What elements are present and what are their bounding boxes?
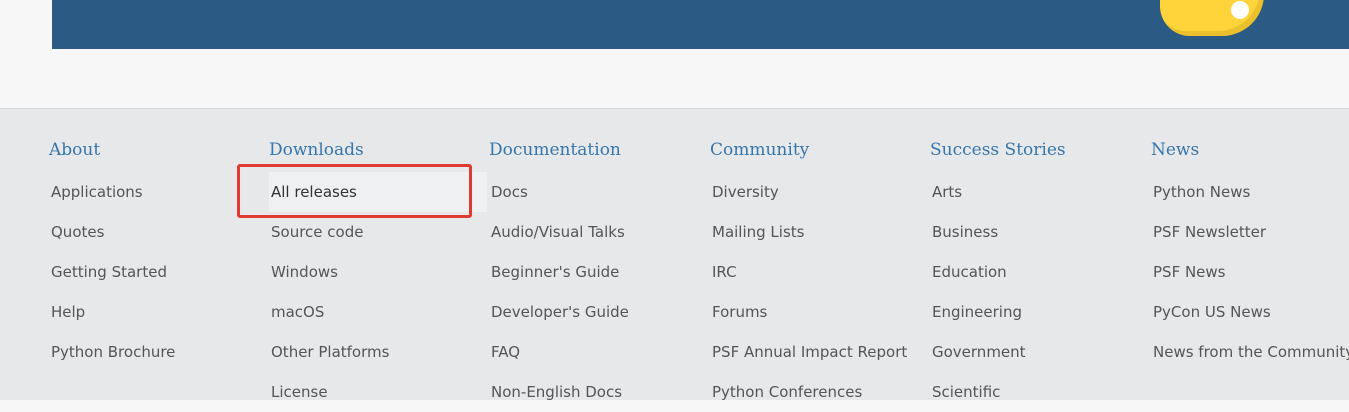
footer-list-success-stories: Arts Business Education Engineering Gove… — [930, 172, 1026, 412]
footer-link-all-releases[interactable]: All releases — [269, 172, 487, 212]
site-footer: About Applications Quotes Getting Starte… — [0, 108, 1349, 401]
footer-list-documentation: Docs Audio/Visual Talks Beginner's Guide… — [489, 172, 629, 412]
footer-link-applications[interactable]: Applications — [49, 172, 175, 212]
footer-link-irc[interactable]: IRC — [710, 252, 907, 292]
footer-link-mailing-lists[interactable]: Mailing Lists — [710, 212, 907, 252]
footer-link-quotes[interactable]: Quotes — [49, 212, 175, 252]
footer-link-faq[interactable]: FAQ — [489, 332, 629, 372]
footer-link-license[interactable]: License — [269, 372, 487, 412]
footer-link-windows[interactable]: Windows — [269, 252, 487, 292]
footer-heading-downloads[interactable]: Downloads — [269, 139, 484, 161]
footer-column-downloads: Downloads All releases Source code Windo… — [269, 139, 487, 401]
footer-list-community: Diversity Mailing Lists IRC Forums PSF A… — [710, 172, 907, 412]
footer-list-about: Applications Quotes Getting Started Help… — [49, 172, 175, 372]
footer-heading-success-stories[interactable]: Success Stories — [930, 139, 1145, 161]
footer-link-developers-guide[interactable]: Developer's Guide — [489, 292, 629, 332]
footer-link-scientific[interactable]: Scientific — [930, 372, 1026, 412]
footer-link-macos[interactable]: macOS — [269, 292, 487, 332]
footer-link-python-news[interactable]: Python News — [1151, 172, 1349, 212]
footer-column-community: Community Diversity Mailing Lists IRC Fo… — [710, 139, 925, 401]
footer-heading-about[interactable]: About — [49, 139, 264, 161]
python-logo-eye-icon — [1231, 1, 1249, 19]
footer-link-source-code[interactable]: Source code — [269, 212, 487, 252]
footer-link-engineering[interactable]: Engineering — [930, 292, 1026, 332]
footer-link-getting-started[interactable]: Getting Started — [49, 252, 175, 292]
footer-link-audio-visual-talks[interactable]: Audio/Visual Talks — [489, 212, 629, 252]
footer-link-news-from-the-community[interactable]: News from the Community — [1151, 332, 1349, 372]
footer-link-docs[interactable]: Docs — [489, 172, 629, 212]
footer-link-python-conferences[interactable]: Python Conferences — [710, 372, 907, 412]
footer-link-psf-annual-impact-report[interactable]: PSF Annual Impact Report — [710, 332, 907, 372]
footer-link-forums[interactable]: Forums — [710, 292, 907, 332]
footer-link-diversity[interactable]: Diversity — [710, 172, 907, 212]
footer-link-python-brochure[interactable]: Python Brochure — [49, 332, 175, 372]
footer-column-news: News Python News PSF Newsletter PSF News… — [1151, 139, 1349, 361]
footer-heading-community[interactable]: Community — [710, 139, 925, 161]
hero-banner — [52, 0, 1349, 49]
footer-link-psf-news[interactable]: PSF News — [1151, 252, 1349, 292]
footer-list-news: Python News PSF Newsletter PSF News PyCo… — [1151, 172, 1349, 372]
footer-link-government[interactable]: Government — [930, 332, 1026, 372]
footer-link-beginners-guide[interactable]: Beginner's Guide — [489, 252, 629, 292]
footer-column-success-stories: Success Stories Arts Business Education … — [930, 139, 1145, 401]
footer-link-non-english-docs[interactable]: Non-English Docs — [489, 372, 629, 412]
footer-link-help[interactable]: Help — [49, 292, 175, 332]
footer-heading-documentation[interactable]: Documentation — [489, 139, 704, 161]
footer-list-downloads: All releases Source code Windows macOS O… — [269, 172, 487, 412]
footer-link-education[interactable]: Education — [930, 252, 1026, 292]
footer-link-pycon-us-news[interactable]: PyCon US News — [1151, 292, 1349, 332]
footer-link-other-platforms[interactable]: Other Platforms — [269, 332, 487, 372]
footer-link-psf-newsletter[interactable]: PSF Newsletter — [1151, 212, 1349, 252]
footer-link-business[interactable]: Business — [930, 212, 1026, 252]
footer-column-about: About Applications Quotes Getting Starte… — [49, 139, 264, 361]
footer-column-documentation: Documentation Docs Audio/Visual Talks Be… — [489, 139, 704, 401]
footer-heading-news[interactable]: News — [1151, 139, 1349, 161]
python-logo-icon — [1160, 0, 1264, 36]
footer-link-arts[interactable]: Arts — [930, 172, 1026, 212]
top-area — [0, 0, 1349, 108]
